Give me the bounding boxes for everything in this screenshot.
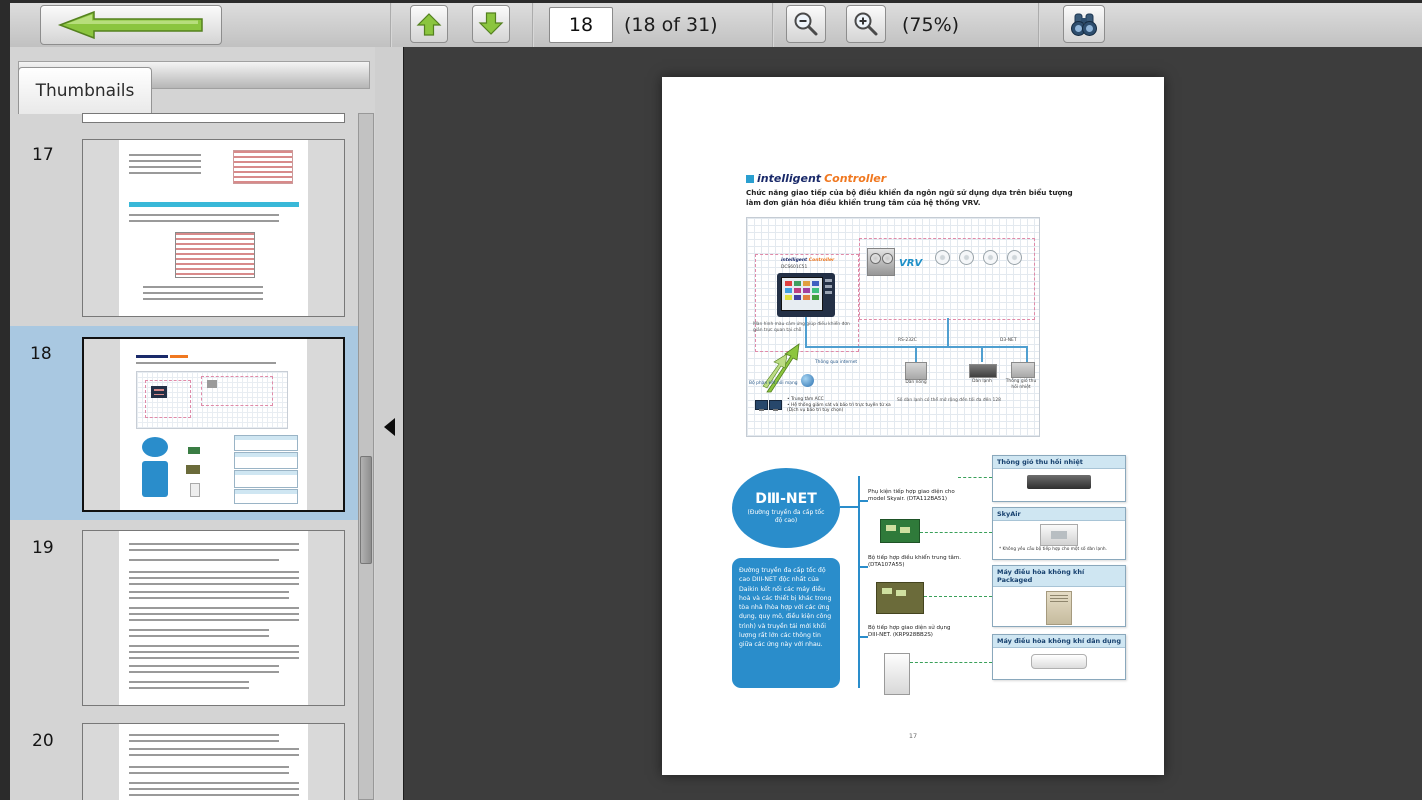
pdf-page: intelligent Controller Chức năng giao ti… [662, 77, 1164, 775]
up-arrow-icon [416, 11, 442, 37]
down-arrow-icon [478, 11, 504, 37]
zoom-out-icon [793, 11, 819, 37]
d3net-label: D3-NET [999, 338, 1018, 344]
pdf-viewer-window: (18 of 31) (75%) [0, 0, 1422, 800]
adapter-label-2: Bộ tiếp hợp điều khiển trung tâm. (DTA10… [868, 555, 962, 569]
zoom-level-label: (75%) [902, 3, 959, 47]
scrollbar-thumb[interactable] [360, 456, 372, 564]
page-number-label: 18 [30, 344, 52, 364]
page-number-label: 19 [32, 538, 54, 558]
brand-square-icon [746, 175, 754, 183]
product-box-skyair: SkyAir * Không yêu cầu bộ tiếp hợp cho m… [992, 507, 1126, 560]
product-box-hrv: Thông gió thu hồi nhiệt [992, 455, 1126, 502]
diagram-note: Số dàn lạnh có thể mở rộng đến tối đa đế… [897, 398, 1033, 404]
internet-label: Thông qua internet [815, 360, 867, 366]
thumbnail-page-19[interactable] [82, 530, 345, 706]
intro-text: Chức năng giao tiếp của bộ điều khiển đa… [746, 188, 1090, 209]
hrv-mini-caption: Thông gió thu hồi nhiệt [1003, 379, 1039, 390]
pcb-image-central [876, 582, 924, 614]
sidebar-resize-gutter[interactable] [375, 47, 403, 800]
vrv-unit-image [867, 248, 895, 276]
hrv-mini-image [1011, 362, 1035, 378]
page-number-label: 20 [32, 731, 54, 751]
product-title: Thông gió thu hồi nhiệt [993, 456, 1125, 469]
fan-coil-icon [1007, 250, 1022, 265]
back-arrow-icon [56, 10, 206, 40]
acc-caption: • Trung tâm ACC • Hệ thống giám sát và b… [787, 397, 891, 414]
computer-icon [755, 400, 768, 410]
indoor-unit-image [969, 364, 997, 378]
fan-coil-icon [959, 250, 974, 265]
controller-model-label: DCS601C51 [781, 265, 807, 271]
wall-unit-product-image [1031, 654, 1087, 669]
thumbnail-page-16-partial[interactable] [82, 113, 345, 123]
page-count-label: (18 of 31) [624, 3, 718, 47]
product-title: SkyAir [993, 508, 1125, 521]
rs232c-label: RS-232C [897, 338, 918, 344]
cassette-product-image [1040, 524, 1078, 546]
fan-coil-icon [983, 250, 998, 265]
packaged-product-image [1046, 591, 1072, 625]
product-title: Máy điều hòa không khí dân dụng [993, 635, 1125, 648]
diii-net-subtitle: (Đường truyền đa cấp tốc độ cao) [744, 509, 828, 525]
outdoor-unit-image [905, 362, 927, 380]
page-up-button[interactable] [410, 5, 448, 43]
page-number-label: 17 [32, 145, 54, 165]
interface-adapter-image [884, 653, 910, 695]
page-down-button[interactable] [472, 5, 510, 43]
product-box-residential: Máy điều hòa không khí dân dụng [992, 634, 1126, 680]
thumbnails-sidebar: Thumbnails 17 18 [10, 47, 375, 800]
toolbar-separator [390, 3, 392, 47]
pcb-image-skyair [880, 519, 920, 543]
computer-icon [769, 400, 782, 410]
toolbar-separator [772, 3, 774, 47]
adapter-label-1: Phụ kiện tiếp hợp giao diện cho model Sk… [868, 489, 962, 503]
document-view[interactable]: intelligent Controller Chức năng giao ti… [403, 47, 1422, 800]
outdoor-unit-caption: Dàn nóng [899, 380, 933, 386]
binoculars-icon [1069, 11, 1099, 37]
diii-net-name: DⅢ-NET [755, 491, 817, 507]
thumbnail-page-20[interactable] [82, 723, 345, 800]
toolbar: (18 of 31) (75%) [10, 3, 1422, 48]
zoom-out-button[interactable] [786, 5, 826, 43]
controller-image [777, 273, 835, 317]
hub-label: Bộ phận kết nối mạng [749, 381, 805, 387]
toolbar-separator [1038, 3, 1040, 47]
brand-text-2: Controller [824, 172, 886, 185]
thumbnail-page-18[interactable] [82, 337, 345, 512]
back-button[interactable] [40, 5, 222, 45]
hrv-product-image [1027, 475, 1091, 489]
diii-net-paragraph: Đường truyền đa cấp tốc độ cao DIII-NET … [732, 558, 840, 688]
skyair-note: * Không yêu cầu bộ tiếp hợp cho một số d… [999, 547, 1119, 553]
tab-thumbnails[interactable]: Thumbnails [18, 67, 152, 114]
diii-net-circle: DⅢ-NET (Đường truyền đa cấp tốc độ cao) [732, 468, 840, 548]
brand-text-1: intelligent [757, 172, 821, 185]
sidebar-collapse-handle[interactable] [384, 418, 395, 436]
brand-logo: intelligent Controller [746, 172, 886, 185]
page-footer: 17 [662, 732, 1164, 740]
controller-brand-label: intelligent [781, 258, 807, 263]
zoom-in-icon [853, 11, 879, 37]
controller-caption: Màn hình màu cảm ứng giúp điều khiển đơn… [753, 322, 855, 333]
page-number-input[interactable] [549, 7, 613, 43]
thumbnail-page-17[interactable] [82, 139, 345, 317]
adapter-label-3: Bộ tiếp hợp giao diện sử dụng DIII-NET. … [868, 625, 962, 639]
fan-coil-icon [935, 250, 950, 265]
product-box-packaged: Máy điều hòa không khí Packaged [992, 565, 1126, 627]
indoor-unit-caption: Dàn lạnh [963, 379, 1001, 385]
toolbar-separator [532, 3, 534, 47]
vrv-label: VRV [899, 258, 922, 269]
zoom-in-button[interactable] [846, 5, 886, 43]
system-diagram: intelligent Controller DCS601C51 Màn hìn… [746, 217, 1040, 437]
product-title: Máy điều hòa không khí Packaged [993, 566, 1125, 587]
search-button[interactable] [1063, 5, 1105, 43]
sidebar-scrollbar[interactable] [358, 113, 374, 800]
